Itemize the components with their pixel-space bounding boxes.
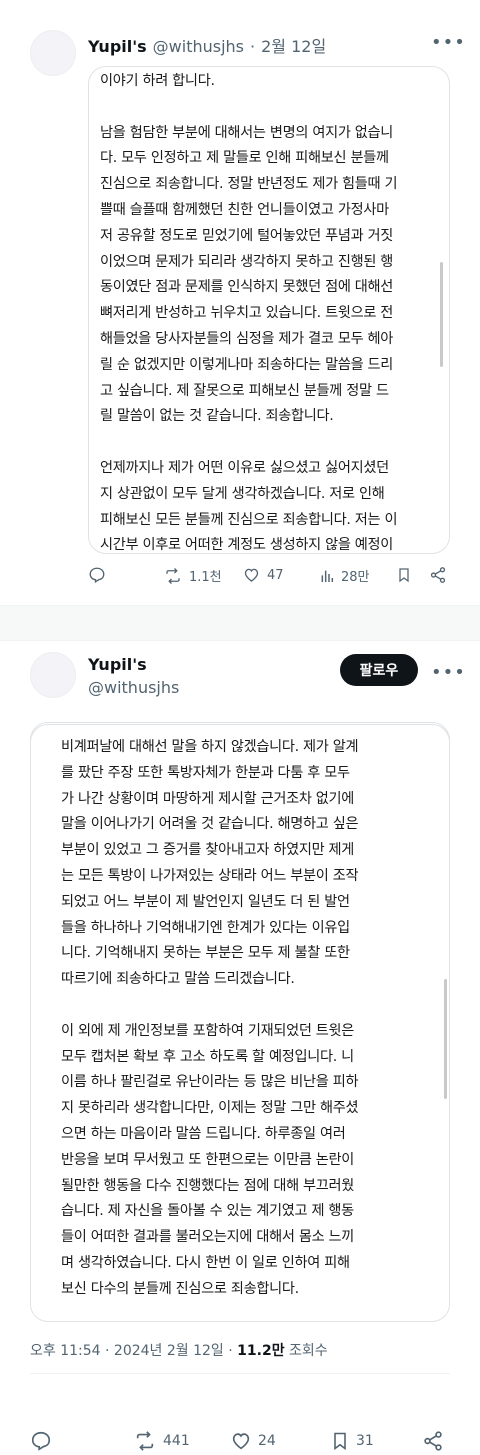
text-line: 부분이 있었고 그 증거를 찾아내고자 하였지만 제게 — [61, 842, 355, 859]
text-line: 으면 하는 마음이라 말씀 드립니다. 하루종일 여러 — [61, 1125, 346, 1142]
view-count: 28만 — [341, 570, 370, 585]
action-bar: 441 24 31 — [0, 1430, 480, 1454]
text-line: 따르기에 죄송하다고 말씀 드리겠습니다. — [61, 971, 295, 988]
text-line: 되었고 어느 부분이 제 발언인지 일년도 더 된 발언 — [61, 893, 350, 910]
text-line: 다. 모두 인정하고 제 말들로 인해 피해보신 분들께 — [100, 150, 389, 167]
share-icon — [430, 567, 446, 583]
text-line: 될만한 행동을 다수 진행했다는 점에 대해 부끄러웠 — [61, 1177, 355, 1194]
text-line: 쁠때 슬플때 함께했던 친한 언니들이였고 가정사마 — [100, 201, 389, 218]
text-line: 이야기 하려 합니다. — [100, 73, 215, 89]
post-body-text: 이야기 하려 합니다. 남을 험담한 부분에 대해서는 변명의 여지가 없습니다.… — [100, 69, 445, 554]
bookmark-count: 31 — [356, 1433, 374, 1449]
author-handle[interactable]: @withusjhs — [153, 37, 244, 56]
text-line: 비계퍼날에 대해선 말을 하지 않겠습니다. 제가 알계 — [61, 739, 359, 755]
retweet-count: 1.1천 — [189, 570, 222, 585]
reply-button[interactable] — [30, 1430, 58, 1452]
views-button[interactable]: 28만 — [319, 566, 370, 585]
views-icon — [321, 570, 334, 582]
author-handle[interactable]: @withusjhs — [88, 678, 179, 697]
bookmark-icon — [399, 568, 409, 583]
scrollbar[interactable] — [440, 262, 443, 367]
view-count-label: 조회수 — [289, 1343, 328, 1359]
text-line: 뼈저리게 반성하고 뉘우치고 있습니다. 트윗으로 전 — [100, 305, 394, 322]
text-line: 가 나간 상황이며 마땅하게 제시할 근거조차 없기에 — [61, 790, 355, 807]
share-button[interactable] — [429, 566, 447, 584]
like-icon — [232, 1433, 250, 1450]
text-line: 모두 캡처본 확보 후 고소 하도록 할 예정입니다. 니 — [61, 1048, 354, 1065]
text-line: 반응을 보며 무서웠고 또 한편으로는 이만큼 논란이 — [61, 1151, 355, 1168]
text-line: 습니다. 제 자신을 돌아볼 수 있는 계기였고 제 행동 — [61, 1203, 354, 1220]
text-line: 시간부 이후로 어떠한 계정도 생성하지 않을 예정이 — [100, 537, 394, 554]
divider — [30, 1373, 450, 1374]
like-count: 47 — [267, 567, 284, 583]
tweet-timestamp[interactable]: 오후 11:54 · 2024년 2월 12일 · — [30, 1343, 233, 1359]
image-text-box: 이야기 하려 합니다. 남을 험담한 부분에 대해서는 변명의 여지가 없습니다.… — [88, 66, 450, 554]
image-text-box-full: 비계퍼날에 대해선 말을 하지 않겠습니다. 제가 알계를 팠단 주장 또한 톡… — [30, 724, 450, 1322]
retweet-button[interactable]: 441 — [133, 1430, 190, 1452]
text-line: 이름 하나 팔린걸로 유난이라는 등 많은 비난을 피하 — [61, 1074, 359, 1091]
text-line: 이었으며 문제가 되리라 생각하지 못하고 진행된 행 — [100, 253, 394, 270]
text-line: 며 생각하였습니다. 다시 한번 이 일로 인하여 피해 — [61, 1254, 350, 1271]
view-count-value: 11.2만 — [237, 1343, 285, 1359]
text-line: 남을 험담한 부분에 대해서는 변명의 여지가 없습니 — [100, 124, 394, 141]
tweet-header: Yupil's @withusjhs — [88, 655, 179, 697]
more-icon[interactable]: ••• — [431, 34, 466, 52]
author-name[interactable]: Yupil's — [88, 37, 147, 56]
text-line: 들을 하나하나 기억해내기엔 한계가 있다는 이유입 — [61, 919, 350, 936]
text-line: 릴 말씀이 없는 것 같습니다. 죄송합니다. — [100, 408, 334, 425]
text-line: 지 상관없이 모두 달게 생각하겠습니다. 저로 인해 — [100, 485, 385, 502]
reply-icon — [31, 1431, 51, 1451]
text-line: 고 싶습니다. 제 잘못으로 피해보신 분들께 정말 드 — [100, 382, 389, 399]
text-line: 해들었을 당사자분들의 심정을 제가 결코 모두 헤아 — [100, 330, 394, 347]
divider — [0, 640, 480, 641]
text-line: 보신 다수의 분들께 진심으로 죄송합니다. — [61, 1280, 299, 1297]
tweet-metadata: 오후 11:54 · 2024년 2월 12일 · 11.2만 조회수 — [30, 1340, 328, 1360]
share-icon — [424, 1431, 442, 1451]
retweet-count: 441 — [163, 1433, 190, 1449]
text-line: 릴 순 없겠지만 이렇게나마 죄송하다는 말씀을 드리 — [100, 356, 394, 373]
reply-icon — [89, 567, 105, 583]
bookmark-button[interactable] — [396, 566, 412, 584]
text-line: 진심으로 죄송합니다. 정말 반년정도 제가 힘들때 기 — [100, 176, 398, 193]
text-line: 지 못하리라 생각합니다만, 이제는 정말 그만 해주셨 — [61, 1100, 359, 1117]
like-count: 24 — [258, 1433, 276, 1449]
text-line: 를 팠단 주장 또한 톡방자체가 한분과 다툼 후 모두 — [61, 764, 350, 781]
text-line: 이 외에 제 개인정보를 포함하여 기재되었던 트윗은 — [61, 1022, 355, 1039]
retweet-icon — [166, 567, 180, 584]
tweet-1: Yupil's @withusjhs · 2월 12일 ••• 이야기 하려 합… — [0, 0, 480, 605]
text-line: 는 모든 톡방이 나가져있는 상태라 어느 부분이 조작 — [61, 867, 359, 884]
retweet-button[interactable]: 1.1천 — [163, 566, 222, 585]
post-body-text: 비계퍼날에 대해선 말을 하지 않겠습니다. 제가 알계를 팠단 주장 또한 톡… — [61, 735, 441, 1303]
bookmark-button[interactable]: 31 — [330, 1430, 374, 1452]
action-bar: 1.1천 47 28만 — [0, 566, 480, 590]
avatar[interactable] — [30, 652, 76, 698]
bookmark-icon — [334, 1432, 346, 1451]
section-gap — [0, 606, 480, 640]
avatar[interactable] — [30, 30, 76, 76]
text-line: 언제까지나 제가 어떤 이유로 싫으셨고 싫어지셨던 — [100, 459, 389, 476]
text-line: 피해보신 모든 분들께 진심으로 죄송합니다. 저는 이 — [100, 511, 398, 528]
separator: · — [250, 37, 256, 56]
like-button[interactable]: 24 — [230, 1430, 276, 1452]
text-line: 저 공유할 정도로 믿었기에 털어놓았던 푸념과 거짓 — [100, 227, 394, 244]
more-icon[interactable]: ••• — [431, 664, 466, 682]
like-icon — [244, 568, 259, 582]
tweet-date[interactable]: 2월 12일 — [261, 33, 326, 57]
author-name[interactable]: Yupil's — [88, 655, 179, 674]
scrollbar[interactable] — [444, 979, 447, 1099]
text-line: 동이였단 점과 문제를 인식하지 못했던 점에 대해선 — [100, 279, 394, 296]
reply-button[interactable] — [88, 566, 112, 584]
follow-button[interactable]: 팔로우 — [340, 654, 418, 686]
text-line: 들이 어떠한 결과를 불러오는지에 대해서 몸소 느끼 — [61, 1229, 355, 1246]
like-button[interactable]: 47 — [242, 566, 284, 584]
retweet-icon — [136, 1431, 154, 1451]
tweet-header: Yupil's @withusjhs · 2월 12일 — [88, 33, 326, 57]
text-line: 말을 이어나가기 어려울 것 같습니다. 해명하고 싶은 — [61, 816, 359, 833]
share-button[interactable] — [422, 1430, 444, 1452]
text-line: 니다. 기억해내지 못하는 부분은 모두 제 불찰 또한 — [61, 945, 350, 962]
